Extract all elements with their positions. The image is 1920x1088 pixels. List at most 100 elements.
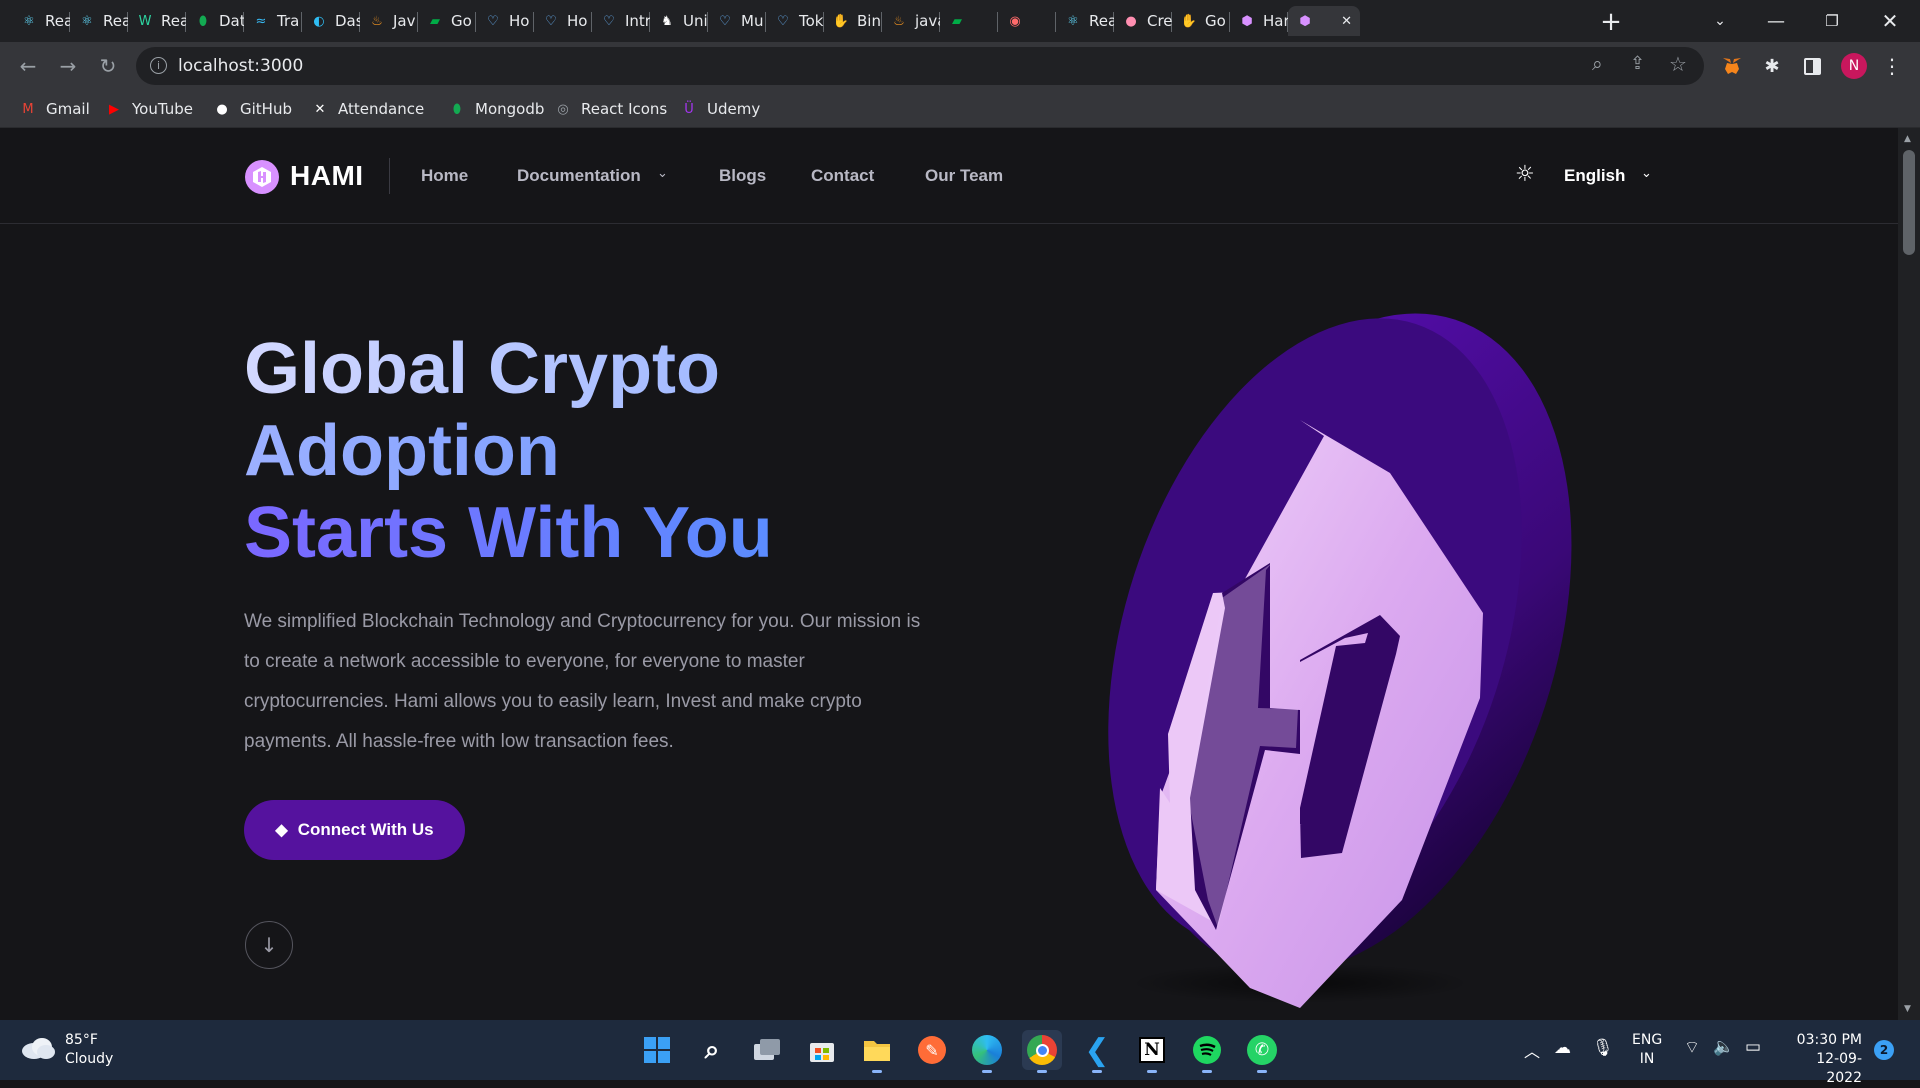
restore-button[interactable]: ❐ xyxy=(1804,0,1860,42)
menu-kebab-icon[interactable]: ⋮ xyxy=(1876,50,1908,82)
bookmark-youtube[interactable]: ▶ YouTube xyxy=(104,99,193,119)
notion-icon[interactable]: N xyxy=(1132,1030,1172,1073)
zoom-icon[interactable]: ⌕ xyxy=(1592,53,1603,75)
edge-browser-icon[interactable] xyxy=(967,1030,1007,1073)
nav-our-team[interactable]: Our Team xyxy=(925,166,1003,186)
bookmarks-bar: M Gmail ▶ YouTube ● GitHub ✕ Attendance ⬮ Mongodb… xyxy=(0,90,1920,128)
address-bar[interactable]: i localhost:3000 ⌕ ⇪ ☆ xyxy=(136,47,1704,85)
chrome-browser-icon[interactable] xyxy=(1022,1030,1062,1073)
bookmark-label: Attendance xyxy=(338,100,425,118)
nav-documentation[interactable]: Documentation xyxy=(517,166,641,186)
browser-tab[interactable]: ♡ Ho xyxy=(534,6,592,36)
theme-sun-icon[interactable]: ☼ xyxy=(1515,162,1535,187)
bookmark-udemy[interactable]: Ü Udemy xyxy=(679,99,760,119)
browser-tab[interactable]: ◉ xyxy=(998,6,1056,36)
scrollbar-thumb[interactable] xyxy=(1903,150,1915,255)
connect-with-us-button[interactable]: ◆ Connect With Us xyxy=(244,800,465,860)
browser-tab[interactable]: ♡ Tok xyxy=(766,6,824,36)
windows-start-icon[interactable] xyxy=(637,1030,677,1070)
nav-home[interactable]: Home xyxy=(421,166,468,186)
browser-tab[interactable]: ♡ Intr xyxy=(592,6,650,36)
reload-icon[interactable]: ↻ xyxy=(92,50,124,82)
spotify-icon[interactable] xyxy=(1187,1030,1227,1073)
browser-tab[interactable]: ♡ Mu xyxy=(708,6,766,36)
youtube-icon: ▶ xyxy=(109,101,119,117)
weather-widget[interactable]: 85°F Cloudy xyxy=(65,1031,113,1069)
input-language[interactable]: ENG IN xyxy=(1632,1031,1662,1069)
browser-tab[interactable]: ⚛ Rea xyxy=(1056,6,1114,36)
scroll-up-icon[interactable]: ▲ xyxy=(1904,134,1911,144)
browser-tab[interactable]: ♨ java xyxy=(882,6,940,36)
side-panel-icon[interactable] xyxy=(1796,50,1828,82)
browser-tab[interactable]: ⬢ ✕ xyxy=(1288,6,1360,36)
browser-tab[interactable]: ♡ Ho xyxy=(476,6,534,36)
bookmark-github[interactable]: ● GitHub xyxy=(212,99,292,119)
profile-avatar[interactable]: N xyxy=(1838,50,1870,82)
close-window-button[interactable]: ✕ xyxy=(1862,0,1918,42)
back-arrow-icon[interactable]: ← xyxy=(12,50,44,82)
browser-tab[interactable]: ▰ Go xyxy=(418,6,476,36)
tab-label: Ho xyxy=(567,12,588,30)
cloud-weather-icon[interactable] xyxy=(20,1036,56,1060)
clock[interactable]: 03:30 PM 12-09-2022 xyxy=(1784,1031,1862,1088)
volume-icon[interactable]: 🔈 xyxy=(1713,1037,1734,1057)
tab-search-chevron-icon[interactable]: ⌄ xyxy=(1692,0,1748,42)
microsoft-store-icon[interactable] xyxy=(802,1030,842,1070)
forward-arrow-icon[interactable]: → xyxy=(52,50,84,82)
browser-tab[interactable]: ▰ xyxy=(940,6,998,36)
browser-tab[interactable]: ✋ Bin xyxy=(824,6,882,36)
browser-tab[interactable]: ✋ Go xyxy=(1172,6,1230,36)
nav-blogs[interactable]: Blogs xyxy=(719,166,766,186)
minimize-button[interactable]: — xyxy=(1748,0,1804,42)
tab-label: Bin xyxy=(857,12,881,30)
file-explorer-icon[interactable] xyxy=(857,1030,897,1073)
chevron-down-icon[interactable]: ⌄ xyxy=(657,166,668,181)
metamask-extension-icon[interactable] xyxy=(1716,50,1748,82)
scroll-down-arrow-icon[interactable]: ↓ xyxy=(245,921,293,969)
browser-tab[interactable]: ⬢ Har xyxy=(1230,6,1288,36)
browser-tab[interactable]: ◐ Das xyxy=(302,6,360,36)
task-view-icon[interactable] xyxy=(747,1030,787,1070)
bookmark-mongodb[interactable]: ⬮ Mongodb xyxy=(447,99,544,119)
language-select[interactable]: English xyxy=(1564,166,1625,186)
tray-chevron-up-icon[interactable]: ︿ xyxy=(1524,1038,1540,1062)
close-tab-icon[interactable]: ✕ xyxy=(1341,14,1352,29)
bookmark-star-icon[interactable]: ☆ xyxy=(1669,52,1687,76)
page-scrollbar[interactable]: ▲ ▼ xyxy=(1898,128,1920,1020)
microphone-icon[interactable]: 🎙 xyxy=(1592,1038,1614,1058)
battery-icon[interactable]: ▭ xyxy=(1745,1037,1761,1057)
new-tab-button[interactable]: + xyxy=(1595,6,1627,38)
browser-tab[interactable]: W Rea xyxy=(128,6,186,36)
extensions-puzzle-icon[interactable]: ✱ xyxy=(1756,50,1788,82)
whatsapp-icon[interactable]: ✆ xyxy=(1242,1030,1282,1073)
browser-tab[interactable]: ⚛ Rea xyxy=(12,6,70,36)
browser-tab[interactable]: ≈ Tra xyxy=(244,6,302,36)
vscode-icon[interactable]: ❮ xyxy=(1077,1030,1117,1073)
notification-badge[interactable]: 2 xyxy=(1874,1040,1894,1060)
search-icon[interactable]: ⌕ xyxy=(692,1030,732,1070)
browser-tab[interactable]: ♞ Uni xyxy=(650,6,708,36)
scroll-down-icon[interactable]: ▼ xyxy=(1904,1004,1911,1014)
language-chevron-down-icon[interactable]: ⌄ xyxy=(1641,166,1652,181)
nav-contact[interactable]: Contact xyxy=(811,166,874,186)
postman-icon[interactable]: ✎ xyxy=(912,1030,952,1070)
browser-tab[interactable]: ♨ Jav xyxy=(360,6,418,36)
site-info-icon[interactable]: i xyxy=(150,57,167,74)
url-text[interactable]: localhost:3000 xyxy=(178,56,303,76)
share-icon[interactable]: ⇪ xyxy=(1630,53,1645,74)
tab-label: Go xyxy=(1205,12,1226,30)
bookmark-attendance[interactable]: ✕ Attendance xyxy=(310,99,425,119)
wifi-icon[interactable]: ⌔ xyxy=(1684,1037,1700,1058)
hami-logo-icon[interactable] xyxy=(245,160,279,194)
hero-title-line-3: Starts With You xyxy=(244,493,773,573)
onedrive-cloud-icon[interactable]: ☁ xyxy=(1554,1038,1571,1058)
bookmark-react-icons[interactable]: ◎ React Icons xyxy=(553,99,667,119)
hand-icon: ✋ xyxy=(1180,13,1198,29)
meet-icon: ▰ xyxy=(430,13,440,29)
browser-tab[interactable]: ● Cre xyxy=(1114,6,1172,36)
brand-name[interactable]: HAMI xyxy=(290,160,364,192)
browser-tab[interactable]: ⬮ Dat xyxy=(186,6,244,36)
bookmark-gmail[interactable]: M Gmail xyxy=(18,99,89,119)
webpage: HAMI Home Documentation ⌄ Blogs Contact … xyxy=(0,128,1898,1020)
browser-tab[interactable]: ⚛ Rea xyxy=(70,6,128,36)
